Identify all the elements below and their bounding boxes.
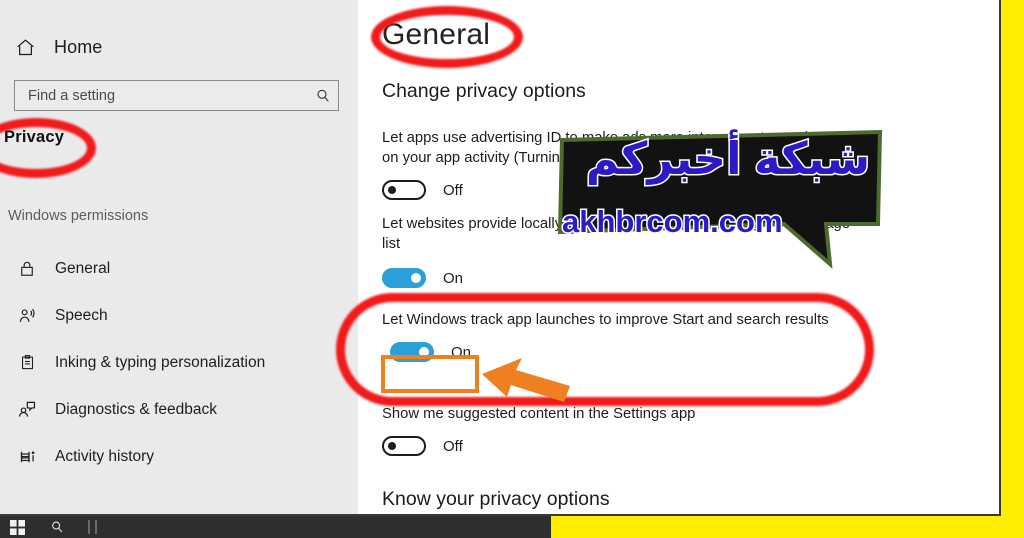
settings-window: Home Find a setting Privacy Windows perm… (0, 0, 1001, 516)
sidebar-item-diagnostics-feedback[interactable]: Diagnostics & feedback (0, 386, 358, 433)
advertising-id-toggle[interactable] (382, 180, 426, 200)
footer-heading: Know your privacy options (382, 488, 610, 510)
sidebar-nav-list: General Speech Inking & typing personali… (0, 245, 358, 480)
taskbar-search-icon[interactable] (34, 520, 80, 534)
toggle-row[interactable]: Off (382, 180, 852, 200)
settings-sidebar: Home Find a setting Privacy Windows perm… (0, 0, 358, 514)
toggle-row[interactable]: Off (382, 436, 695, 456)
settings-content: General Change privacy options Let apps … (358, 0, 999, 514)
setting-description: Show me suggested content in the Setting… (382, 406, 696, 422)
setting-description: Let apps use advertising ID to make ads … (382, 130, 846, 166)
sidebar-group-header: Windows permissions (8, 208, 149, 224)
clipboard-icon (12, 350, 42, 376)
start-button-icon[interactable] (0, 519, 34, 535)
suggested-content-toggle[interactable] (382, 436, 426, 456)
toggle-state-label: Off (443, 437, 463, 455)
person-speaking-icon (12, 303, 42, 329)
setting-advertising-id: Let apps use advertising ID to make ads … (382, 128, 852, 200)
sidebar-item-label: Inking & typing personalization (55, 353, 266, 371)
setting-description: Let websites provide locally relevant co… (382, 216, 851, 252)
sidebar-item-label: Activity history (55, 447, 155, 465)
sidebar-item-inking-typing[interactable]: Inking & typing personalization (0, 339, 358, 386)
search-input[interactable]: Find a setting (14, 80, 339, 111)
sidebar-item-speech[interactable]: Speech (0, 292, 358, 339)
search-icon (308, 88, 338, 104)
toggle-state-label: Off (443, 181, 463, 199)
sidebar-item-home[interactable]: Home (10, 30, 210, 64)
person-feedback-icon (12, 397, 42, 423)
toggle-row[interactable]: On (382, 268, 852, 288)
page-title: General (382, 18, 491, 51)
toggle-state-label: On (443, 269, 464, 287)
search-placeholder: Find a setting (28, 87, 116, 104)
taskbar-divider (95, 520, 97, 534)
setting-description: Let Windows track app launches to improv… (382, 312, 829, 328)
screenshot-root: Home Find a setting Privacy Windows perm… (0, 0, 1024, 538)
toggle-row[interactable]: On (390, 342, 829, 362)
language-list-toggle[interactable] (382, 268, 426, 288)
taskbar-divider (88, 520, 90, 534)
page-section-title: Privacy (4, 128, 65, 146)
timeline-icon (12, 444, 42, 470)
track-app-launches-toggle[interactable] (390, 342, 434, 362)
sidebar-item-activity-history[interactable]: Activity history (0, 433, 358, 480)
sidebar-home-label: Home (54, 36, 103, 57)
section-heading: Change privacy options (382, 80, 586, 102)
sidebar-item-label: Speech (55, 306, 108, 324)
sidebar-item-label: General (55, 259, 111, 277)
home-icon (10, 35, 40, 59)
setting-track-app-launches: Let Windows track app launches to improv… (382, 310, 829, 362)
lock-icon (12, 256, 42, 282)
toggle-state-label: On (451, 343, 472, 361)
sidebar-item-general[interactable]: General (0, 245, 358, 292)
setting-language-list: Let websites provide locally relevant co… (382, 214, 852, 288)
sidebar-item-label: Diagnostics & feedback (55, 400, 217, 418)
windows-taskbar (0, 516, 551, 538)
setting-suggested-content: Show me suggested content in the Setting… (382, 404, 695, 456)
